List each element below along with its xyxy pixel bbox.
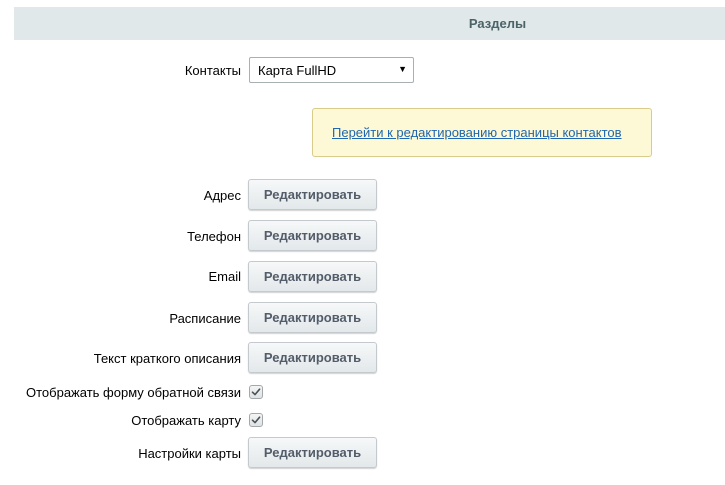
contacts-select[interactable]: Карта FullHD ▼: [249, 57, 414, 83]
contacts-notice: Перейти к редактированию страницы контак…: [312, 108, 652, 157]
field-label-schedule: Расписание: [169, 311, 241, 326]
edit-contacts-page-link[interactable]: Перейти к редактированию страницы контак…: [332, 125, 622, 140]
show-map-checkbox[interactable]: [249, 413, 263, 427]
edit-schedule-button[interactable]: Редактировать: [248, 302, 377, 333]
field-label-address: Адрес: [203, 188, 241, 203]
checkmark-icon: [251, 388, 261, 396]
checkmark-icon: [251, 416, 261, 424]
contacts-select-value: Карта FullHD: [258, 63, 337, 78]
feedback-form-checkbox[interactable]: [249, 385, 263, 399]
section-header: Разделы: [14, 7, 725, 40]
option-label-feedback-form: Отображать форму обратной связи: [26, 385, 241, 400]
edit-description-button[interactable]: Редактировать: [248, 342, 377, 373]
edit-phone-button[interactable]: Редактировать: [248, 220, 377, 251]
dropdown-arrow-icon: ▼: [398, 64, 407, 74]
map-settings-label: Настройки карты: [138, 446, 241, 461]
field-label-email: Email: [208, 269, 241, 284]
option-label-show-map: Отображать карту: [131, 413, 241, 428]
section-title: Разделы: [468, 16, 527, 31]
contacts-label: Контакты: [184, 63, 241, 78]
edit-map-settings-button[interactable]: Редактировать: [248, 437, 377, 468]
field-label-phone: Телефон: [187, 229, 241, 244]
settings-page: Разделы Контакты Карта FullHD ▼ Перейти …: [0, 0, 725, 485]
field-label-description: Текст краткого описания: [93, 351, 241, 366]
edit-email-button[interactable]: Редактировать: [248, 261, 377, 292]
edit-address-button[interactable]: Редактировать: [248, 179, 377, 210]
